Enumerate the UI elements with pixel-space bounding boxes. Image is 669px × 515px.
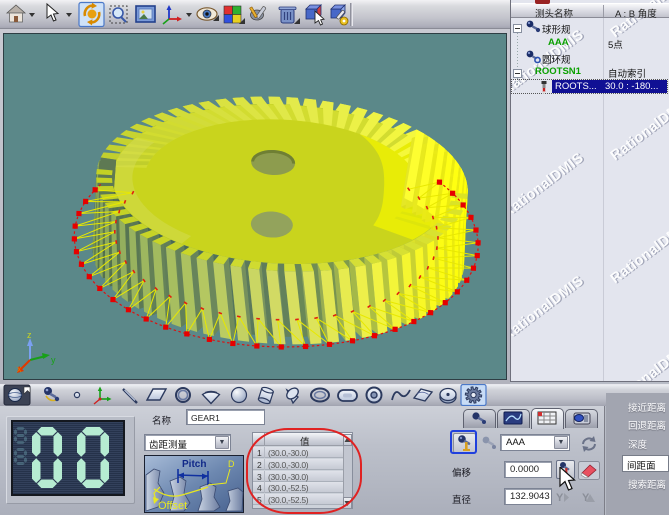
svg-text:y: y	[51, 355, 56, 365]
svg-text:RationalDMIS: RationalDMIS	[608, 216, 669, 287]
svg-text:Pitch: Pitch	[182, 459, 206, 470]
svg-text:x: x	[17, 364, 22, 374]
svg-text:RationalDMIS: RationalDMIS	[608, 339, 669, 382]
svg-text:RationalDMIS: RationalDMIS	[511, 273, 587, 344]
svg-text:RationalDMIS: RationalDMIS	[608, 93, 669, 164]
svg-text:Offset: Offset	[158, 500, 187, 512]
svg-text:RationalDMIS: RationalDMIS	[511, 150, 587, 221]
svg-text:D: D	[228, 459, 235, 469]
svg-text:z: z	[27, 330, 32, 340]
svg-text:Y: Y	[556, 492, 564, 504]
